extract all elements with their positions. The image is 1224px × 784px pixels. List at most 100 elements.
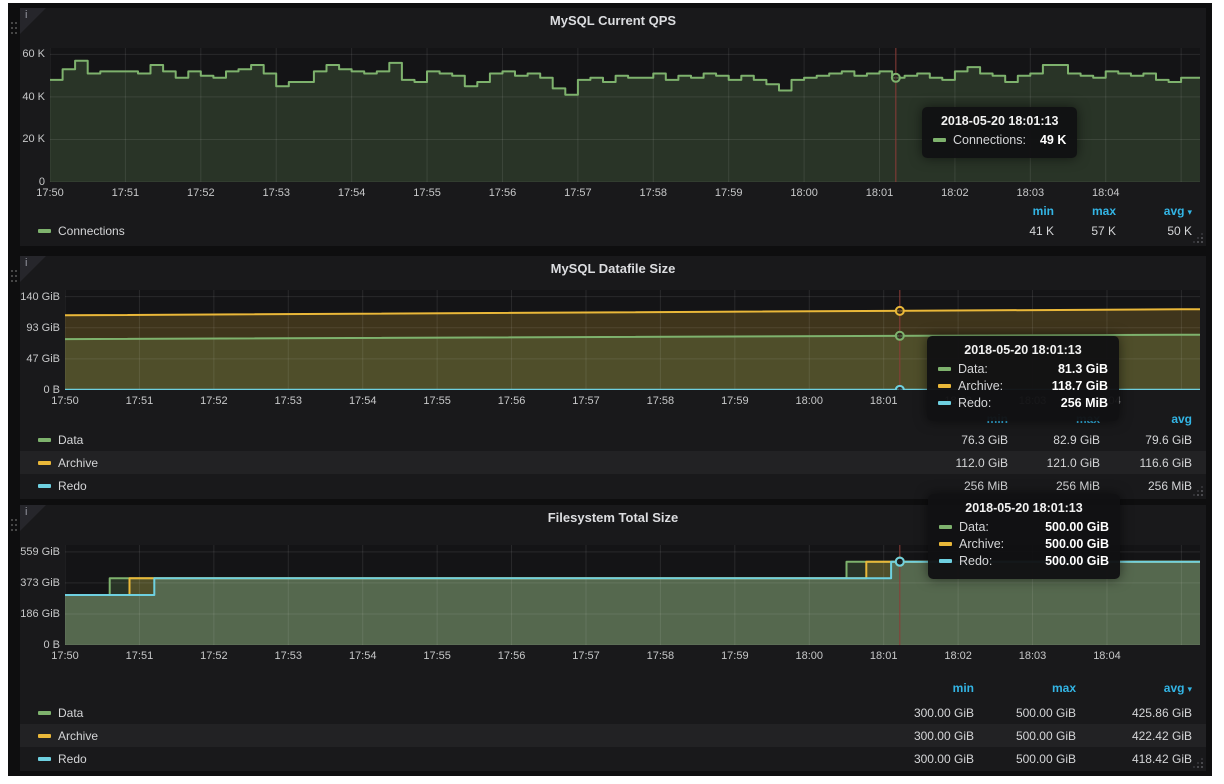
legend-color-dash[interactable] xyxy=(38,757,51,761)
tooltip-series-label: Data: xyxy=(959,520,989,534)
legend-series-name[interactable]: Data xyxy=(58,433,83,447)
x-axis-tick-label: 17:52 xyxy=(190,394,238,408)
tooltip-series-row: Data: 500.00 GiB xyxy=(939,520,1109,534)
legend-series-name[interactable]: Data xyxy=(58,706,83,720)
legend-series-name[interactable]: Redo xyxy=(58,479,87,493)
legend-row: Redo300.00 GiB500.00 GiB418.42 GiB xyxy=(20,747,1206,770)
legend-row: Data 300.00 GiB500.00 GiB425.86 GiB xyxy=(20,701,1206,724)
x-axis-tick-label: 18:03 xyxy=(1006,186,1054,200)
stat-min-value: 76.3 GiB xyxy=(916,433,1008,447)
stat-max-value: 500.00 GiB xyxy=(974,729,1076,743)
stats-header-avg[interactable]: avg▾ xyxy=(1116,204,1192,220)
tooltip-series-label: Redo: xyxy=(958,396,991,410)
x-axis-tick-label: 17:54 xyxy=(339,394,387,408)
stat-min-value: 256 MiB xyxy=(916,479,1008,493)
tooltip-series-value: 500.00 GiB xyxy=(1031,520,1109,534)
row-drag-handle[interactable] xyxy=(10,517,18,543)
stat-max-value: 82.9 GiB xyxy=(1008,433,1100,447)
legend-stats-values: 76.3 GiB82.9 GiB79.6 GiB xyxy=(916,433,1192,447)
tooltip-series-value: 500.00 GiB xyxy=(1031,537,1109,551)
stat-avg-value: 79.6 GiB xyxy=(1100,433,1192,447)
x-axis-tick-label: 17:57 xyxy=(562,649,610,663)
crosshair-point-marker xyxy=(896,558,904,566)
x-axis-tick-label: 17:53 xyxy=(264,649,312,663)
tooltip-series-value: 500.00 GiB xyxy=(1031,554,1109,568)
legend-series-name[interactable]: Archive xyxy=(58,729,98,743)
x-axis-tick-label: 17:51 xyxy=(115,649,163,663)
x-axis-tick-label: 17:58 xyxy=(636,394,684,408)
legend-table: Data 76.3 GiB82.9 GiB79.6 GiB Archive 112.0… xyxy=(20,428,1206,497)
tooltip-series-label: Redo: xyxy=(959,554,992,568)
legend-row: Archive 112.0 GiB121.0 GiB116.6 GiB xyxy=(20,451,1206,474)
x-axis-tick-label: 17:57 xyxy=(562,394,610,408)
legend-stats-values: 41 K57 K50 K xyxy=(992,224,1192,238)
x-axis-tick-label: 17:58 xyxy=(629,186,677,200)
x-axis-tick-label: 17:50 xyxy=(26,186,74,200)
stat-max-value: 57 K xyxy=(1054,224,1116,238)
x-axis-tick-label: 17:59 xyxy=(711,394,759,408)
row-drag-handle[interactable] xyxy=(10,268,18,294)
stats-header-min[interactable]: min xyxy=(992,204,1054,220)
tooltip-series-value: 256 MiB xyxy=(1047,396,1108,410)
stats-header-max[interactable]: max xyxy=(1054,204,1116,220)
legend-stats-values: 112.0 GiB121.0 GiB116.6 GiB xyxy=(916,456,1192,470)
legend-series-name[interactable]: Archive xyxy=(58,456,98,470)
tooltip-series-label: Data: xyxy=(958,362,988,376)
panel-title[interactable]: MySQL Datafile Size xyxy=(20,261,1206,276)
y-axis-tick-label: 20 K xyxy=(20,132,45,146)
y-axis-tick-label: 47 GiB xyxy=(20,352,60,366)
legend-color-dash[interactable] xyxy=(38,484,51,488)
legend-color-dash[interactable] xyxy=(38,461,51,465)
legend-stats-values: 300.00 GiB500.00 GiB422.42 GiB xyxy=(872,729,1192,743)
row-drag-handle[interactable] xyxy=(10,20,18,46)
x-axis-tick-label: 18:03 xyxy=(1009,649,1057,663)
tooltip-series-label: Archive: xyxy=(959,537,1004,551)
legend-color-dash[interactable] xyxy=(38,229,51,233)
chart-tooltip: 2018-05-20 18:01:13Connections:49 K xyxy=(922,107,1077,158)
stat-avg-value: 256 MiB xyxy=(1100,479,1192,493)
tooltip-series-row: Archive:118.7 GiB xyxy=(938,379,1108,393)
y-axis-tick-label: 373 GiB xyxy=(20,576,60,590)
x-axis-tick-label: 17:56 xyxy=(478,186,526,200)
x-axis-tick-label: 17:53 xyxy=(252,186,300,200)
x-axis-tick-label: 17:55 xyxy=(403,186,451,200)
legend-color-dash[interactable] xyxy=(38,734,51,738)
legend-series-name[interactable]: Connections xyxy=(58,224,125,238)
stat-avg-value: 422.42 GiB xyxy=(1076,729,1192,743)
legend-color-dash[interactable] xyxy=(38,711,51,715)
legend-stats-values: 300.00 GiB500.00 GiB425.86 GiB xyxy=(872,706,1192,720)
legend-table: Connections 41 K57 K50 K xyxy=(20,220,1206,242)
stats-header-avg[interactable]: avg▾ xyxy=(1076,681,1192,697)
stat-min-value: 300.00 GiB xyxy=(872,752,974,766)
stat-avg-value: 418.42 GiB xyxy=(1076,752,1192,766)
stat-min-value: 300.00 GiB xyxy=(872,706,974,720)
x-axis-tick-label: 18:04 xyxy=(1083,649,1131,663)
x-axis-tick-label: 18:00 xyxy=(780,186,828,200)
y-axis-tick-label: 60 K xyxy=(20,47,45,61)
panel-title[interactable]: MySQL Current QPS xyxy=(20,13,1206,28)
x-axis-tick-label: 17:52 xyxy=(177,186,225,200)
y-axis-tick-label: 559 GiB xyxy=(20,545,60,559)
tooltip-series-dash-icon xyxy=(933,138,946,142)
stats-header-max[interactable]: max xyxy=(974,681,1076,697)
tooltip-series-dash-icon xyxy=(939,542,952,546)
tooltip-timestamp: 2018-05-20 18:01:13 xyxy=(933,114,1066,128)
tooltip-series-dash-icon xyxy=(938,384,951,388)
x-axis-tick-label: 18:02 xyxy=(931,186,979,200)
legend-table: Data 300.00 GiB500.00 GiB425.86 GiB Archiv… xyxy=(20,701,1206,770)
stat-min-value: 112.0 GiB xyxy=(916,456,1008,470)
stats-header-min[interactable]: min xyxy=(872,681,974,697)
x-axis-tick-label: 18:01 xyxy=(860,649,908,663)
legend-row: Archive 300.00 GiB500.00 GiB422.42 GiB xyxy=(20,724,1206,747)
tooltip-timestamp: 2018-05-20 18:01:13 xyxy=(939,501,1109,515)
legend-series-name[interactable]: Redo xyxy=(58,752,87,766)
legend-stats-header: minmaxavg▾ xyxy=(992,204,1192,220)
x-axis-tick-label: 17:59 xyxy=(711,649,759,663)
tooltip-series-value: 118.7 GiB xyxy=(1038,379,1108,393)
chart-tooltip: 2018-05-20 18:01:13 Data: 500.00 GiB Archiv… xyxy=(928,494,1120,579)
legend-color-dash[interactable] xyxy=(38,438,51,442)
x-axis-tick-label: 18:04 xyxy=(1082,186,1130,200)
y-axis-tick-label: 186 GiB xyxy=(20,607,60,621)
x-axis-tick-label: 18:00 xyxy=(785,649,833,663)
crosshair-point-marker xyxy=(896,332,904,340)
